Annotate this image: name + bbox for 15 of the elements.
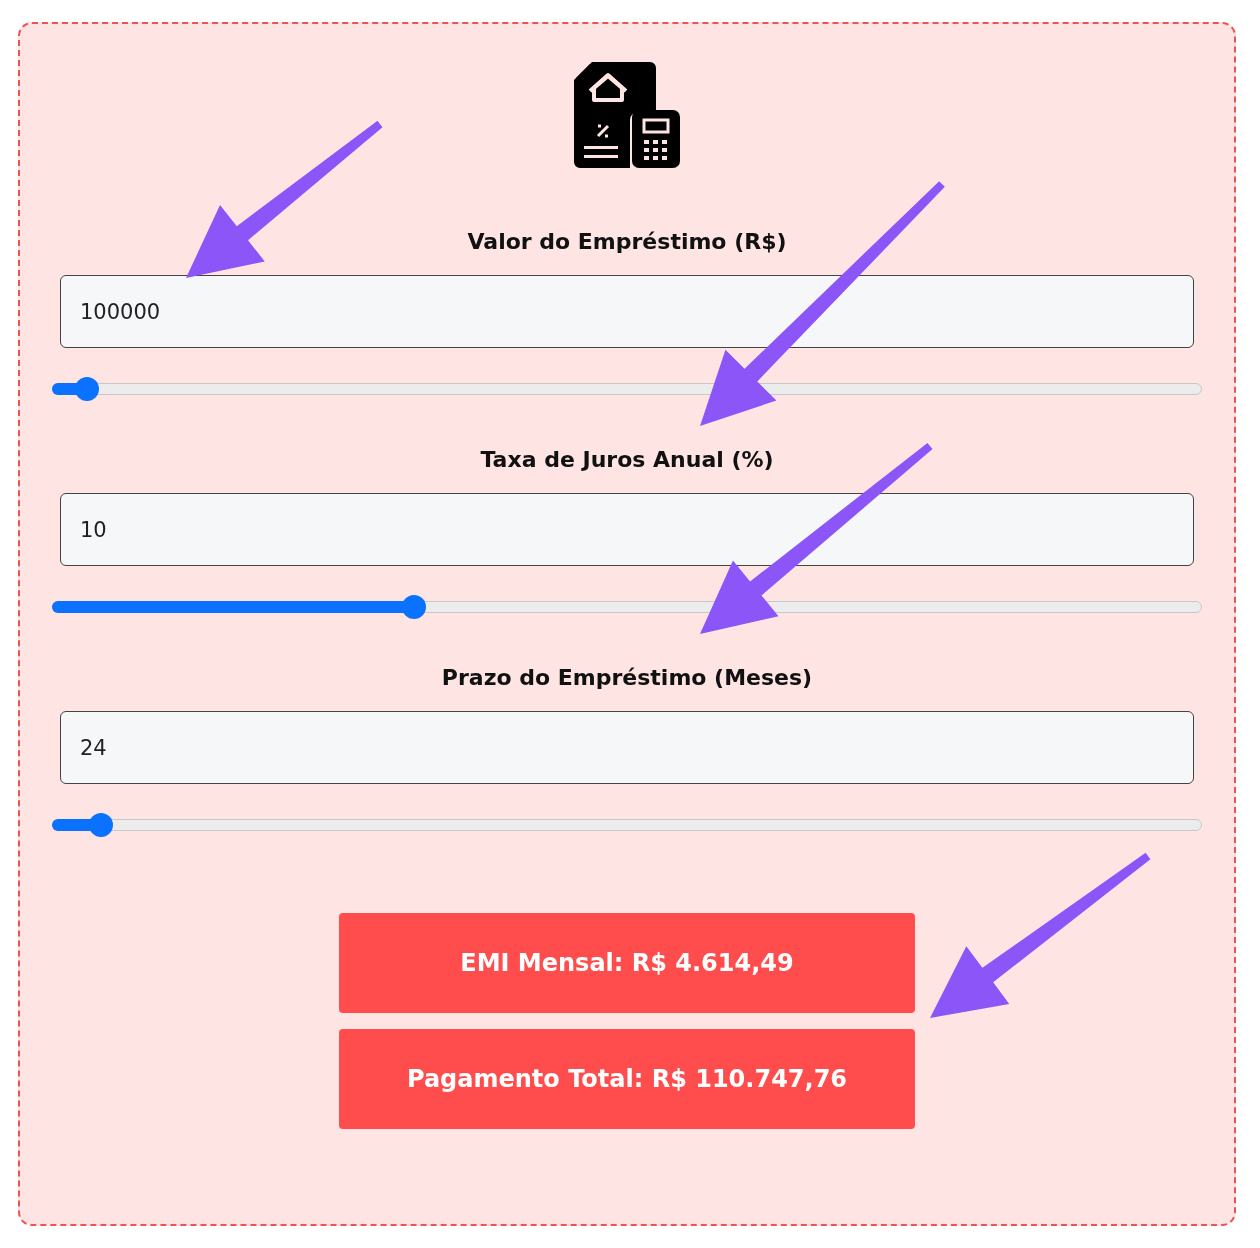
input-field[interactable]: 24 <box>60 711 1194 784</box>
slider-thumb[interactable] <box>402 595 427 619</box>
slider[interactable] <box>52 595 1202 619</box>
loan-calculator-icon <box>574 62 680 168</box>
field-label: Prazo do Empréstimo (Meses) <box>440 664 814 692</box>
slider[interactable] <box>52 813 1202 837</box>
field-label: Taxa de Juros Anual (%) <box>479 446 775 474</box>
slider-thumb[interactable] <box>74 377 99 401</box>
result-banner: Pagamento Total: R$ 110.747,76 <box>339 1029 915 1129</box>
slider-thumb[interactable] <box>89 813 114 837</box>
result-banner: EMI Mensal: R$ 4.614,49 <box>339 913 915 1013</box>
input-field[interactable]: 100000 <box>60 275 1194 348</box>
slider[interactable] <box>52 377 1202 401</box>
input-field[interactable]: 10 <box>60 493 1194 566</box>
field-label: Valor do Empréstimo (R$) <box>466 228 788 256</box>
